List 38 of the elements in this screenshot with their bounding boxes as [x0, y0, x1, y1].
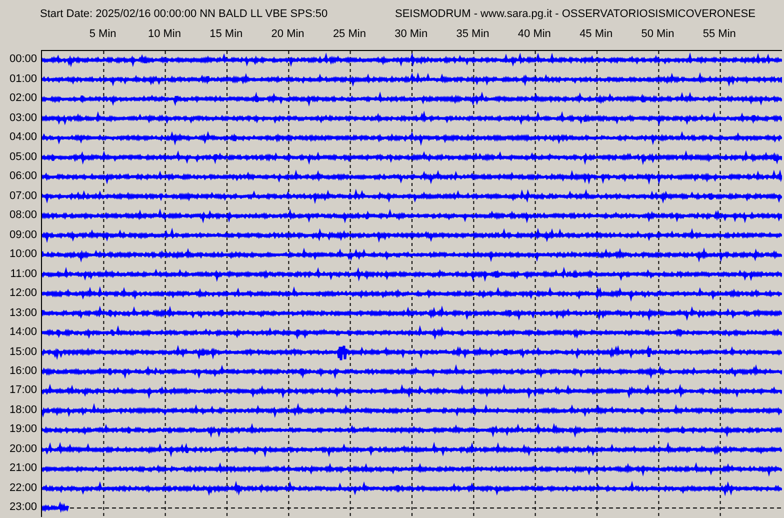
- hour-label: 07:00: [8, 188, 37, 204]
- minute-label: 35 Min: [455, 27, 490, 42]
- hour-label: 18:00: [8, 402, 37, 418]
- hour-label: 11:00: [9, 266, 37, 282]
- minute-label: 10 Min: [146, 27, 182, 42]
- seismic-trace: [41, 501, 70, 513]
- hour-label: 16:00: [8, 364, 37, 379]
- minute-label: 45 Min: [578, 27, 614, 42]
- minute-label: 5 Min: [88, 27, 118, 42]
- minute-label: 40 Min: [516, 27, 552, 42]
- hour-label: 19:00: [8, 422, 37, 438]
- hour-label: 22:00: [8, 480, 37, 496]
- start-info: Start Date: 2025/02/16 00:00:00 NN BALD LL VBE SPS:50: [40, 6, 329, 22]
- hour-label: 15:00: [8, 344, 37, 360]
- hour-label: 17:00: [8, 383, 37, 398]
- hour-label: 14:00: [8, 325, 37, 340]
- hour-label: 21:00: [8, 461, 37, 476]
- minute-label: 55 Min: [702, 27, 737, 42]
- hour-label: 05:00: [8, 150, 37, 165]
- minute-label: 15 Min: [208, 27, 244, 42]
- hour-label: 08:00: [8, 208, 37, 224]
- window-title: SEISMODRUM - www.sara.pg.it - OSSERVATORIOSISMICOVERONESE: [395, 6, 756, 22]
- hour-label: 03:00: [8, 110, 37, 126]
- minute-label: 50 Min: [640, 27, 676, 42]
- hour-label: 00:00: [8, 52, 37, 68]
- hour-label: 23:00: [8, 500, 37, 516]
- hour-label: 04:00: [8, 130, 37, 146]
- minute-label: 30 Min: [394, 27, 429, 42]
- minute-label: 25 Min: [332, 27, 367, 42]
- hour-label: 09:00: [8, 228, 37, 243]
- hour-label: 02:00: [8, 91, 37, 106]
- hour-label: 20:00: [8, 442, 37, 457]
- hour-label: 01:00: [8, 72, 37, 87]
- hour-label: 13:00: [8, 306, 37, 321]
- hour-label: 06:00: [8, 169, 37, 184]
- hour-label: 10:00: [8, 247, 37, 262]
- minute-label: 20 Min: [270, 27, 306, 42]
- hour-label: 12:00: [8, 286, 37, 302]
